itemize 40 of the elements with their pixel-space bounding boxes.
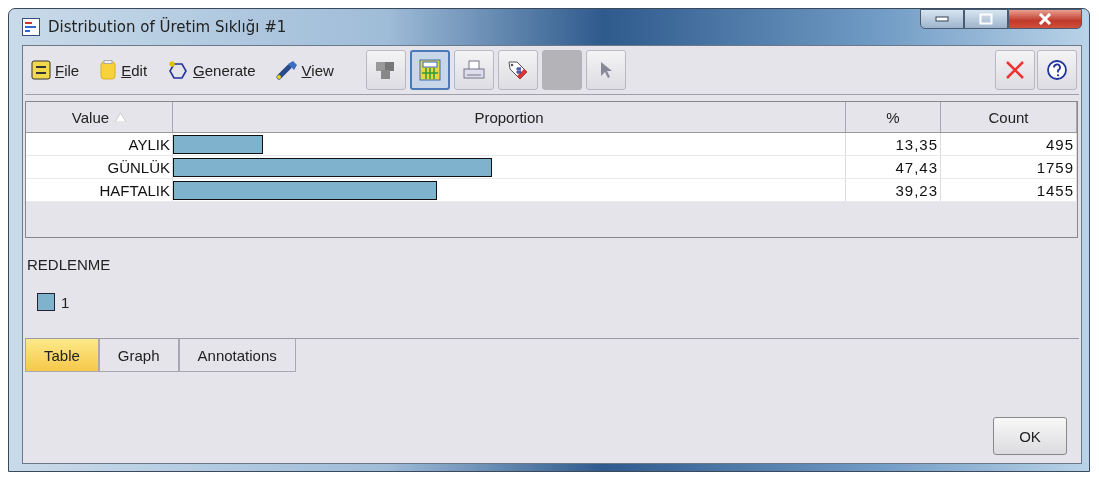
maximize-icon (979, 13, 993, 25)
toolbar-button[interactable] (365, 50, 406, 90)
toolbar-button[interactable] (497, 50, 538, 90)
sort-arrow-icon (115, 112, 127, 122)
legend-title: REDLENME (27, 256, 111, 273)
minimize-button[interactable] (920, 9, 964, 29)
close-icon (1038, 13, 1052, 25)
printer-icon (462, 60, 485, 80)
tab[interactable]: Graph (98, 339, 179, 372)
table-cell: 13,35 (846, 133, 941, 155)
help-button[interactable] (1037, 50, 1077, 90)
menu-item[interactable]: View (275, 60, 344, 80)
minimize-icon (935, 16, 949, 22)
legend-label: 1 (61, 293, 70, 311)
tab[interactable]: Table (25, 339, 99, 372)
toolbar-button[interactable] (585, 50, 626, 90)
ok-button[interactable]: OK (993, 417, 1067, 455)
menu-item[interactable]: Edit (99, 60, 158, 80)
menu-item[interactable]: Generate (167, 60, 266, 80)
menu-item[interactable]: File (31, 60, 90, 80)
tab[interactable]: Annotations (178, 339, 296, 372)
tag-icon (506, 59, 529, 81)
close-button[interactable] (995, 50, 1035, 90)
maximize-button[interactable] (964, 9, 1008, 29)
table-cell: 1759 (941, 156, 1077, 178)
clipboard-icon (99, 60, 118, 80)
stacked-squares-icon (374, 60, 397, 80)
toolbar-button[interactable] (409, 50, 450, 90)
help-icon (1046, 59, 1068, 81)
table-cell: 1455 (941, 179, 1077, 201)
table-cell: 47,43 (846, 156, 941, 178)
table-cell: 495 (941, 133, 1077, 155)
flashlight-icon (275, 60, 298, 80)
drawer-icon (31, 60, 51, 80)
chart-icon (22, 18, 40, 36)
close-icon (1004, 59, 1026, 81)
close-button[interactable] (1008, 9, 1082, 29)
table-cell: 39,23 (846, 179, 941, 201)
table-icon (418, 59, 441, 81)
window-title: Distribution of Üretim Sıklığı #1 (48, 18, 287, 36)
